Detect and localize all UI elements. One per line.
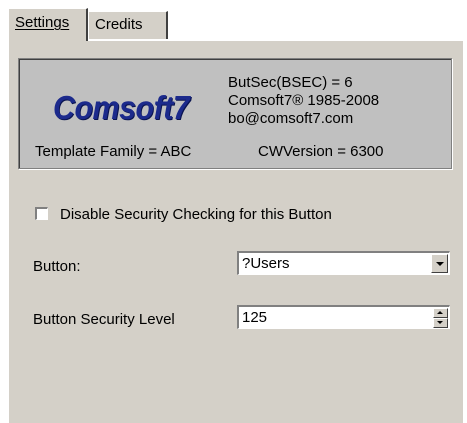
cwversion-text: CWVersion = 6300 [258,143,384,160]
email-text: bo@comsoft7.com [228,110,354,127]
security-level-label: Button Security Level [33,311,175,328]
spin-up-icon[interactable] [433,308,448,318]
disable-security-checkbox[interactable] [35,207,48,220]
template-family-text: Template Family = ABC [35,143,192,160]
button-label: Button: [33,258,81,275]
security-level-value[interactable]: 125 [242,309,267,326]
spin-buttons [433,308,448,328]
button-select-value: ?Users [242,255,290,272]
disable-security-label[interactable]: Disable Security Checking for this Butto… [60,206,332,223]
settings-panel: Comsoft7 ButSec(BSEC) = 6 Comsoft7® 1985… [8,40,463,423]
tab-credits-label: Credits [95,16,143,33]
butsec-text: ButSec(BSEC) = 6 [228,74,353,91]
comsoft7-logo: Comsoft7 [53,89,190,126]
tab-credits[interactable]: Credits [88,11,168,39]
tab-settings-label: Settings [15,14,70,31]
spin-down-icon[interactable] [433,318,448,328]
button-select[interactable]: ?Users [237,251,450,275]
tab-settings[interactable]: Settings [8,8,88,41]
info-box: Comsoft7 ButSec(BSEC) = 6 Comsoft7® 1985… [18,58,452,169]
tab-strip: Settings Credits [8,8,463,41]
security-level-spinner[interactable]: 125 [237,305,450,329]
chevron-down-icon[interactable] [431,254,448,273]
copyright-text: Comsoft7® 1985-2008 [228,92,380,109]
